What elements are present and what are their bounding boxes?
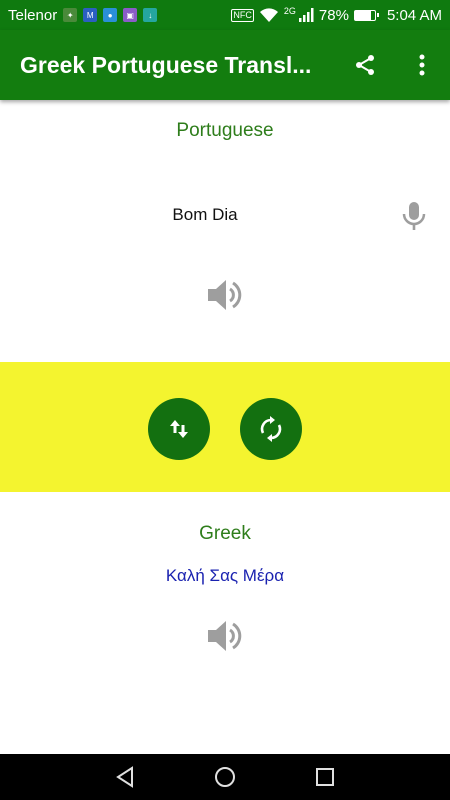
battery-percent-label: 78% (318, 6, 349, 24)
more-vert-icon (419, 54, 425, 76)
gallery-notification-icon: ▣ (123, 8, 138, 22)
refresh-icon (260, 416, 282, 442)
signal-icon (298, 8, 314, 22)
source-language-label: Portuguese (176, 120, 274, 141)
cleaner-notification-icon: ✦ (63, 8, 78, 22)
home-icon[interactable] (212, 764, 238, 790)
carrier-label: Telenor (8, 6, 58, 24)
back-icon[interactable] (112, 764, 138, 790)
nfc-icon: NFC (231, 8, 254, 22)
app-notification-icon: M (83, 8, 98, 22)
status-bar: Telenor ✦ M ● ▣ ↓ NFC 2G 78% 5:04 AM (0, 0, 450, 30)
download-notification-icon: ↓ (143, 8, 158, 22)
share-icon (356, 55, 374, 75)
source-text-input[interactable]: Bom Dia (0, 205, 410, 225)
swap-languages-button[interactable] (148, 398, 210, 460)
refresh-button[interactable] (240, 398, 302, 460)
source-speaker-icon[interactable] (205, 277, 245, 313)
target-language-label: Greek (199, 523, 251, 544)
more-options-button[interactable] (407, 50, 437, 80)
share-button[interactable] (350, 50, 380, 80)
clock-label: 5:04 AM (386, 6, 442, 24)
swap-languages-icon (170, 420, 188, 438)
network-type-label: 2G (283, 6, 296, 16)
wifi-icon (259, 8, 278, 22)
translated-text: Καλή Σας Μέρα (165, 566, 285, 585)
app-bar: Greek Portuguese Transl... (0, 30, 450, 100)
message-notification-icon: ● (103, 8, 118, 22)
action-band (0, 362, 450, 492)
target-speaker-icon[interactable] (205, 618, 245, 654)
app-title: Greek Portuguese Transl... (20, 51, 312, 78)
battery-level (354, 10, 371, 20)
battery-icon (353, 9, 379, 21)
navigation-bar (0, 754, 450, 800)
microphone-icon[interactable] (400, 200, 428, 232)
recents-icon[interactable] (312, 764, 338, 790)
